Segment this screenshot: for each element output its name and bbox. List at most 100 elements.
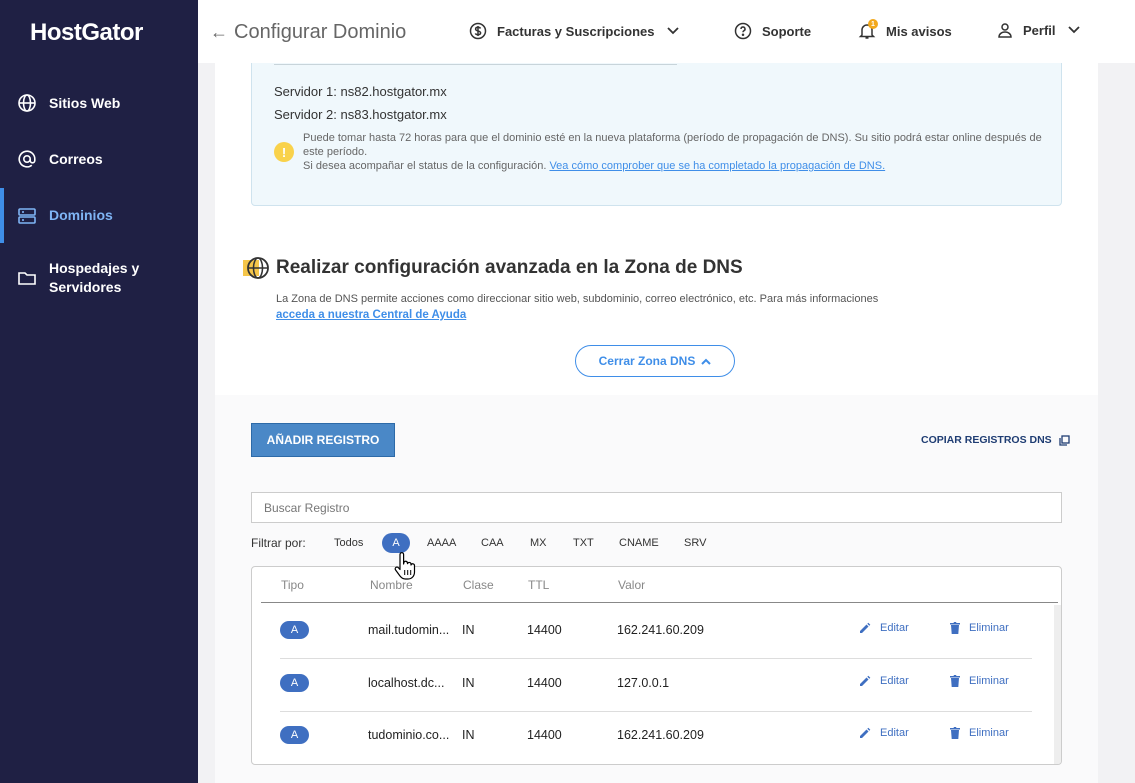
column-header-ttl[interactable]: TTL — [528, 578, 549, 592]
support-link[interactable]: Soporte — [734, 22, 811, 40]
record-type-badge: A — [280, 726, 309, 744]
delete-label: Eliminar — [969, 727, 1009, 739]
delete-button[interactable]: Eliminar — [950, 727, 1009, 739]
sidebar: HostGator Sitios Web Correos Dominios Ho… — [0, 0, 198, 783]
pencil-icon — [860, 622, 871, 633]
edit-button[interactable]: Editar — [859, 727, 909, 739]
server-1-label: Servidor 1: — [274, 84, 337, 99]
edit-label: Editar — [880, 622, 909, 634]
record-name: mail.tudomin... — [368, 623, 450, 637]
notices-label: Mis avisos — [886, 23, 952, 39]
sidebar-item-hospedajes[interactable]: Hospedajes y Servidores — [0, 259, 198, 299]
record-class: IN — [462, 728, 475, 742]
warning-text-2: Si desea acompañar el status de la confi… — [303, 160, 547, 172]
trash-icon — [950, 727, 960, 739]
sidebar-item-dominios[interactable]: Dominios — [0, 188, 198, 243]
help-icon — [734, 22, 752, 40]
header-divider — [261, 602, 1058, 603]
folder-icon — [17, 268, 37, 288]
record-value: 162.241.60.209 — [617, 623, 704, 637]
main-content: Servidor 1: ns82.hostgator.mx Servidor 2… — [215, 63, 1098, 783]
sidebar-item-label: Sitios Web — [49, 94, 121, 111]
globe-icon — [17, 93, 37, 113]
propagation-warning: Puede tomar hasta 72 horas para que el d… — [303, 131, 1043, 173]
record-value: 127.0.0.1 — [617, 676, 670, 690]
sidebar-item-correos[interactable]: Correos — [0, 147, 198, 171]
trash-icon — [950, 675, 960, 687]
table-row: A localhost.dc... IN 14400 127.0.0.1 Edi… — [280, 659, 1032, 711]
edit-label: Editar — [880, 675, 909, 687]
record-ttl: 14400 — [527, 728, 562, 742]
record-class: IN — [462, 676, 475, 690]
warning-icon: ! — [274, 142, 294, 162]
column-header-valor[interactable]: Valor — [618, 578, 645, 592]
filter-todos[interactable]: Todos — [334, 533, 363, 553]
notification-badge: 1 — [868, 19, 878, 29]
sidebar-item-label: Hospedajes y Servidores — [49, 260, 140, 295]
top-bar: ← Configurar Dominio Facturas y Suscripc… — [198, 0, 1135, 63]
chevron-down-icon — [1067, 26, 1080, 34]
filter-aaaa[interactable]: AAAA — [427, 533, 456, 553]
close-dns-zone-label: Cerrar Zona DNS — [598, 354, 696, 368]
delete-button[interactable]: Eliminar — [950, 675, 1009, 687]
copy-icon — [1059, 434, 1070, 446]
notices-link[interactable]: 1 Mis avisos — [858, 19, 952, 40]
record-type-badge: A — [280, 621, 309, 639]
support-label: Soporte — [762, 23, 812, 39]
propagation-help-link[interactable]: Vea cómo comprober que se ha completado … — [549, 160, 885, 172]
close-dns-zone-button[interactable]: Cerrar Zona DNS — [575, 345, 735, 377]
filter-cname[interactable]: CNAME — [619, 533, 659, 553]
delete-button[interactable]: Eliminar — [950, 622, 1009, 634]
search-record-input[interactable] — [251, 492, 1062, 523]
record-ttl: 14400 — [527, 623, 562, 637]
back-arrow-icon[interactable]: ← — [210, 22, 228, 43]
pencil-icon — [860, 727, 871, 738]
bell-icon: 1 — [858, 19, 878, 40]
server-1: Servidor 1: ns82.hostgator.mx — [274, 84, 447, 99]
chevron-down-icon — [666, 27, 679, 35]
edit-button[interactable]: Editar — [859, 622, 909, 634]
sidebar-item-sitios-web[interactable]: Sitios Web — [0, 91, 198, 115]
dns-info-box: Servidor 1: ns82.hostgator.mx Servidor 2… — [251, 63, 1062, 206]
section-title: Realizar configuración avanzada en la Zo… — [276, 257, 743, 278]
delete-label: Eliminar — [969, 675, 1009, 687]
hostgator-logo[interactable]: HostGator — [30, 19, 143, 47]
chevron-up-icon — [701, 358, 712, 365]
edit-button[interactable]: Editar — [859, 675, 909, 687]
dollar-icon — [469, 22, 487, 40]
record-class: IN — [462, 623, 475, 637]
help-center-link[interactable]: acceda a nuestra Central de Ayuda — [276, 309, 466, 321]
billing-menu[interactable]: Facturas y Suscripciones — [469, 22, 679, 40]
record-name: localhost.dc... — [368, 676, 445, 690]
sidebar-item-label: Correos — [49, 150, 103, 167]
server-2-label: Servidor 2: — [274, 107, 337, 122]
filter-mx[interactable]: MX — [530, 533, 547, 553]
record-value: 162.241.60.209 — [617, 728, 704, 742]
delete-label: Eliminar — [969, 622, 1009, 634]
user-icon — [998, 23, 1012, 38]
profile-label: Perfil — [1023, 22, 1056, 38]
trash-icon — [950, 622, 960, 634]
filter-a[interactable]: A — [382, 533, 410, 553]
filter-caa[interactable]: CAA — [481, 533, 504, 553]
edit-label: Editar — [880, 727, 909, 739]
at-icon — [17, 149, 37, 169]
column-header-clase[interactable]: Clase — [463, 578, 494, 592]
page-title: Configurar Dominio — [234, 21, 407, 43]
sidebar-item-label: Dominios — [49, 207, 113, 223]
filter-txt[interactable]: TXT — [573, 533, 594, 553]
pencil-icon — [860, 675, 871, 686]
server-2-value: ns83.hostgator.mx — [340, 107, 447, 122]
table-row: A mail.tudomin... IN 14400 162.241.60.20… — [280, 606, 1032, 658]
add-record-button[interactable]: AÑADIR REGISTRO — [251, 423, 395, 457]
filter-label: Filtrar por: — [251, 536, 306, 550]
record-ttl: 14400 — [527, 676, 562, 690]
column-header-tipo[interactable]: Tipo — [281, 578, 304, 592]
server-icon — [17, 206, 37, 226]
filter-srv[interactable]: SRV — [684, 533, 706, 553]
divider — [274, 64, 677, 65]
copy-dns-records-button[interactable]: COPIAR REGISTROS DNS — [921, 434, 1070, 446]
profile-menu[interactable]: Perfil — [997, 22, 1080, 38]
table-scrollbar[interactable] — [1054, 605, 1061, 764]
server-1-value: ns82.hostgator.mx — [340, 84, 447, 99]
